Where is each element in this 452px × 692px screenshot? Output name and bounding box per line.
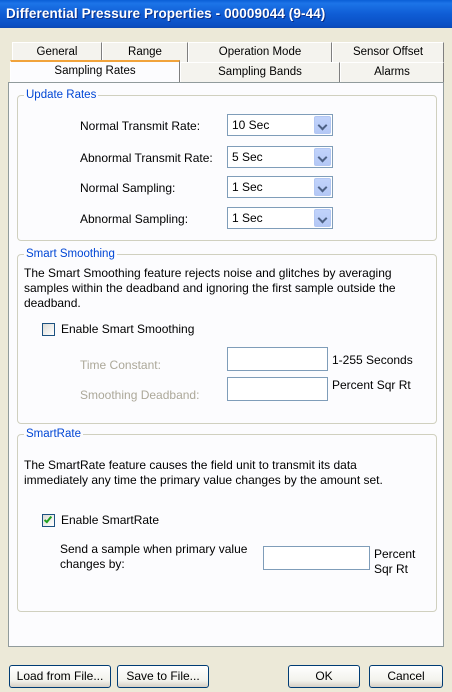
title-bar[interactable]: Differential Pressure Properties - 00009… <box>0 0 452 28</box>
enable-smart-smoothing-checkbox[interactable] <box>42 323 55 336</box>
tab-sensor-offset[interactable]: Sensor Offset <box>332 42 444 62</box>
abnormal-transmit-rate-label: Abnormal Transmit Rate: <box>80 151 213 165</box>
chevron-down-icon[interactable] <box>314 178 331 196</box>
time-constant-unit: 1-255 Seconds <box>332 353 413 367</box>
tab-sampling-bands[interactable]: Sampling Bands <box>180 62 340 82</box>
smart-smoothing-description: The Smart Smoothing feature rejects nois… <box>24 266 396 310</box>
smart-smoothing-group: Smart Smoothing The Smart Smoothing feat… <box>17 247 437 424</box>
normal-transmit-rate-label: Normal Transmit Rate: <box>80 119 201 133</box>
smartrate-group: SmartRate The SmartRate feature causes t… <box>17 427 437 612</box>
chevron-down-icon[interactable] <box>314 148 331 166</box>
tab-general[interactable]: General <box>12 42 102 62</box>
cancel-button[interactable]: Cancel <box>369 665 443 688</box>
properties-dialog: Differential Pressure Properties - 00009… <box>0 0 452 692</box>
tab-range[interactable]: Range <box>102 42 188 62</box>
window-title: Differential Pressure Properties - 00009… <box>6 6 326 21</box>
enable-smartrate-label[interactable]: Enable SmartRate <box>61 513 159 527</box>
update-rates-title: Update Rates <box>24 88 99 102</box>
normal-sampling-select[interactable]: 1 Sec <box>227 176 333 198</box>
send-sample-label: Send a sample when primary value changes… <box>60 542 248 571</box>
smartrate-change-input[interactable] <box>263 546 370 570</box>
update-rates-group: Update Rates Normal Transmit Rate: 10 Se… <box>17 88 437 241</box>
time-constant-input[interactable] <box>227 347 328 371</box>
smoothing-deadband-label: Smoothing Deadband: <box>80 388 200 402</box>
smartrate-unit: Percent Sqr Rt <box>374 547 416 576</box>
tab-sampling-rates[interactable]: Sampling Rates <box>10 60 180 82</box>
smoothing-deadband-unit: Percent Sqr Rt <box>332 378 411 392</box>
tab-operation-mode[interactable]: Operation Mode <box>188 42 332 62</box>
chevron-down-icon[interactable] <box>314 116 331 134</box>
smartrate-description: The SmartRate feature causes the field u… <box>24 458 383 487</box>
enable-smart-smoothing-label[interactable]: Enable Smart Smoothing <box>61 322 194 336</box>
normal-transmit-rate-select[interactable]: 10 Sec <box>227 114 333 136</box>
normal-sampling-label: Normal Sampling: <box>80 181 176 195</box>
chevron-down-icon[interactable] <box>314 209 331 227</box>
checkmark-icon <box>43 514 53 524</box>
smoothing-deadband-input[interactable] <box>227 377 328 401</box>
tab-panel-sampling-rates: Update Rates Normal Transmit Rate: 10 Se… <box>8 82 444 647</box>
smart-smoothing-title: Smart Smoothing <box>24 247 117 261</box>
load-from-file-button[interactable]: Load from File... <box>9 665 111 688</box>
time-constant-label: Time Constant: <box>80 358 161 372</box>
abnormal-sampling-select[interactable]: 1 Sec <box>227 207 333 229</box>
smartrate-title: SmartRate <box>24 427 83 441</box>
abnormal-sampling-label: Abnormal Sampling: <box>80 212 189 226</box>
enable-smartrate-checkbox[interactable] <box>42 514 55 527</box>
tab-alarms[interactable]: Alarms <box>340 62 444 82</box>
ok-button[interactable]: OK <box>288 665 360 688</box>
save-to-file-button[interactable]: Save to File... <box>117 665 209 688</box>
abnormal-transmit-rate-select[interactable]: 5 Sec <box>227 146 333 168</box>
